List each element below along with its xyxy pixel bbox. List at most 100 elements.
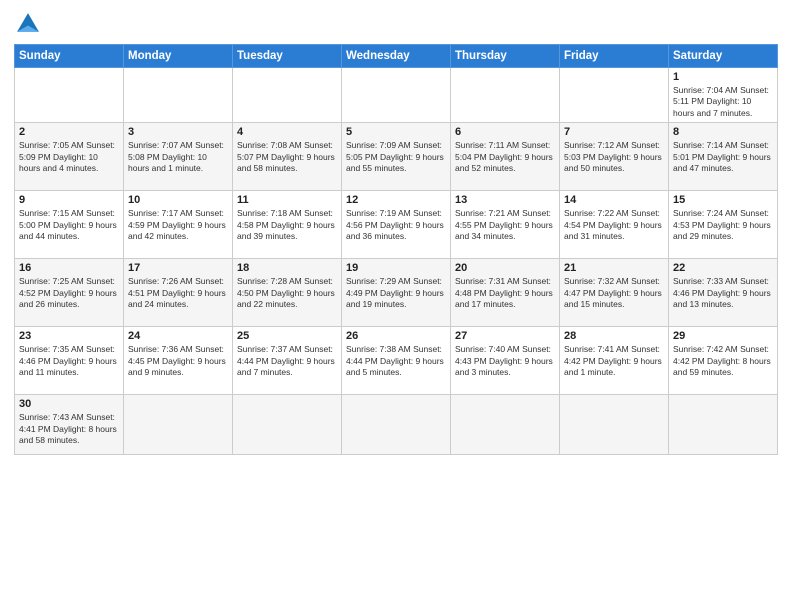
day-info: Sunrise: 7:40 AM Sunset: 4:43 PM Dayligh…	[455, 344, 555, 378]
weekday-header: Sunday	[15, 45, 124, 68]
calendar-cell: 23 Sunrise: 7:35 AM Sunset: 4:46 PM Dayli…	[15, 327, 124, 395]
day-number: 2	[19, 126, 119, 138]
day-number: 1	[673, 71, 773, 83]
day-number: 11	[237, 194, 337, 206]
day-info: Sunrise: 7:36 AM Sunset: 4:45 PM Dayligh…	[128, 344, 228, 378]
calendar-cell: 12 Sunrise: 7:19 AM Sunset: 4:56 PM Dayli…	[342, 191, 451, 259]
calendar-cell: 20Sunrise: 7:31 AM Sunset: 4:48 PM Dayli…	[451, 259, 560, 327]
header	[14, 10, 778, 38]
calendar-week-row: 16 Sunrise: 7:25 AM Sunset: 4:52 PM Dayli…	[15, 259, 778, 327]
day-info: Sunrise: 7:19 AM Sunset: 4:56 PM Dayligh…	[346, 208, 446, 242]
calendar-cell	[342, 68, 451, 123]
day-info: Sunrise: 7:26 AM Sunset: 4:51 PM Dayligh…	[128, 276, 228, 310]
day-number: 6	[455, 126, 555, 138]
calendar-cell: 26 Sunrise: 7:38 AM Sunset: 4:44 PM Dayli…	[342, 327, 451, 395]
day-info: Sunrise: 7:32 AM Sunset: 4:47 PM Dayligh…	[564, 276, 664, 310]
calendar-week-row: 30 Sunrise: 7:43 AM Sunset: 4:41 PM Dayli…	[15, 395, 778, 455]
day-number: 25	[237, 330, 337, 342]
calendar-cell	[451, 68, 560, 123]
weekday-header-row: SundayMondayTuesdayWednesdayThursdayFrid…	[15, 45, 778, 68]
logo	[14, 10, 46, 38]
weekday-header: Wednesday	[342, 45, 451, 68]
calendar-cell: 19Sunrise: 7:29 AM Sunset: 4:49 PM Dayli…	[342, 259, 451, 327]
day-info: Sunrise: 7:04 AM Sunset: 5:11 PM Dayligh…	[673, 85, 773, 119]
weekday-header: Friday	[560, 45, 669, 68]
day-number: 27	[455, 330, 555, 342]
day-number: 16	[19, 262, 119, 274]
day-info: Sunrise: 7:31 AM Sunset: 4:48 PM Dayligh…	[455, 276, 555, 310]
calendar-cell	[560, 68, 669, 123]
day-info: Sunrise: 7:12 AM Sunset: 5:03 PM Dayligh…	[564, 140, 664, 174]
calendar-cell: 18Sunrise: 7:28 AM Sunset: 4:50 PM Dayli…	[233, 259, 342, 327]
calendar-cell: 16 Sunrise: 7:25 AM Sunset: 4:52 PM Dayli…	[15, 259, 124, 327]
day-info: Sunrise: 7:17 AM Sunset: 4:59 PM Dayligh…	[128, 208, 228, 242]
day-number: 29	[673, 330, 773, 342]
day-info: Sunrise: 7:24 AM Sunset: 4:53 PM Dayligh…	[673, 208, 773, 242]
calendar-cell: 25 Sunrise: 7:37 AM Sunset: 4:44 PM Dayli…	[233, 327, 342, 395]
day-number: 7	[564, 126, 664, 138]
day-info: Sunrise: 7:28 AM Sunset: 4:50 PM Dayligh…	[237, 276, 337, 310]
calendar-cell: 28Sunrise: 7:41 AM Sunset: 4:42 PM Dayli…	[560, 327, 669, 395]
calendar-cell	[124, 68, 233, 123]
calendar-cell	[15, 68, 124, 123]
calendar-cell	[451, 395, 560, 455]
calendar-cell: 14 Sunrise: 7:22 AM Sunset: 4:54 PM Dayli…	[560, 191, 669, 259]
day-number: 19	[346, 262, 446, 274]
calendar-cell: 1 Sunrise: 7:04 AM Sunset: 5:11 PM Daylig…	[669, 68, 778, 123]
calendar-cell	[560, 395, 669, 455]
day-info: Sunrise: 7:37 AM Sunset: 4:44 PM Dayligh…	[237, 344, 337, 378]
calendar-week-row: 2 Sunrise: 7:05 AM Sunset: 5:09 PM Daylig…	[15, 123, 778, 191]
calendar-cell: 2 Sunrise: 7:05 AM Sunset: 5:09 PM Daylig…	[15, 123, 124, 191]
weekday-header: Thursday	[451, 45, 560, 68]
calendar-cell	[233, 68, 342, 123]
day-number: 23	[19, 330, 119, 342]
day-info: Sunrise: 7:15 AM Sunset: 5:00 PM Dayligh…	[19, 208, 119, 242]
calendar-cell	[124, 395, 233, 455]
calendar-cell	[342, 395, 451, 455]
day-info: Sunrise: 7:35 AM Sunset: 4:46 PM Dayligh…	[19, 344, 119, 378]
calendar-cell: 5Sunrise: 7:09 AM Sunset: 5:05 PM Daylig…	[342, 123, 451, 191]
calendar-table: SundayMondayTuesdayWednesdayThursdayFrid…	[14, 44, 778, 455]
day-number: 15	[673, 194, 773, 206]
calendar-cell	[233, 395, 342, 455]
calendar-cell: 15 Sunrise: 7:24 AM Sunset: 4:53 PM Dayli…	[669, 191, 778, 259]
page: SundayMondayTuesdayWednesdayThursdayFrid…	[0, 0, 792, 612]
logo-icon	[14, 10, 42, 38]
calendar-cell: 4Sunrise: 7:08 AM Sunset: 5:07 PM Daylig…	[233, 123, 342, 191]
day-info: Sunrise: 7:14 AM Sunset: 5:01 PM Dayligh…	[673, 140, 773, 174]
day-number: 24	[128, 330, 228, 342]
calendar-cell: 22 Sunrise: 7:33 AM Sunset: 4:46 PM Dayli…	[669, 259, 778, 327]
day-info: Sunrise: 7:38 AM Sunset: 4:44 PM Dayligh…	[346, 344, 446, 378]
day-number: 10	[128, 194, 228, 206]
calendar-cell: 9 Sunrise: 7:15 AM Sunset: 5:00 PM Daylig…	[15, 191, 124, 259]
day-info: Sunrise: 7:05 AM Sunset: 5:09 PM Dayligh…	[19, 140, 119, 174]
day-number: 5	[346, 126, 446, 138]
calendar-cell: 10 Sunrise: 7:17 AM Sunset: 4:59 PM Dayli…	[124, 191, 233, 259]
day-number: 30	[19, 398, 119, 410]
day-info: Sunrise: 7:11 AM Sunset: 5:04 PM Dayligh…	[455, 140, 555, 174]
day-number: 9	[19, 194, 119, 206]
day-number: 3	[128, 126, 228, 138]
day-info: Sunrise: 7:33 AM Sunset: 4:46 PM Dayligh…	[673, 276, 773, 310]
calendar-cell: 7 Sunrise: 7:12 AM Sunset: 5:03 PM Daylig…	[560, 123, 669, 191]
calendar-cell: 24 Sunrise: 7:36 AM Sunset: 4:45 PM Dayli…	[124, 327, 233, 395]
calendar-week-row: 9 Sunrise: 7:15 AM Sunset: 5:00 PM Daylig…	[15, 191, 778, 259]
calendar-cell: 21 Sunrise: 7:32 AM Sunset: 4:47 PM Dayli…	[560, 259, 669, 327]
day-info: Sunrise: 7:07 AM Sunset: 5:08 PM Dayligh…	[128, 140, 228, 174]
day-number: 22	[673, 262, 773, 274]
calendar-cell	[669, 395, 778, 455]
day-number: 21	[564, 262, 664, 274]
day-info: Sunrise: 7:43 AM Sunset: 4:41 PM Dayligh…	[19, 412, 119, 446]
day-number: 26	[346, 330, 446, 342]
day-info: Sunrise: 7:22 AM Sunset: 4:54 PM Dayligh…	[564, 208, 664, 242]
calendar-cell: 8 Sunrise: 7:14 AM Sunset: 5:01 PM Daylig…	[669, 123, 778, 191]
day-number: 14	[564, 194, 664, 206]
day-number: 28	[564, 330, 664, 342]
day-number: 8	[673, 126, 773, 138]
day-number: 12	[346, 194, 446, 206]
calendar-week-row: 1 Sunrise: 7:04 AM Sunset: 5:11 PM Daylig…	[15, 68, 778, 123]
calendar-week-row: 23 Sunrise: 7:35 AM Sunset: 4:46 PM Dayli…	[15, 327, 778, 395]
day-number: 13	[455, 194, 555, 206]
day-info: Sunrise: 7:25 AM Sunset: 4:52 PM Dayligh…	[19, 276, 119, 310]
day-number: 4	[237, 126, 337, 138]
